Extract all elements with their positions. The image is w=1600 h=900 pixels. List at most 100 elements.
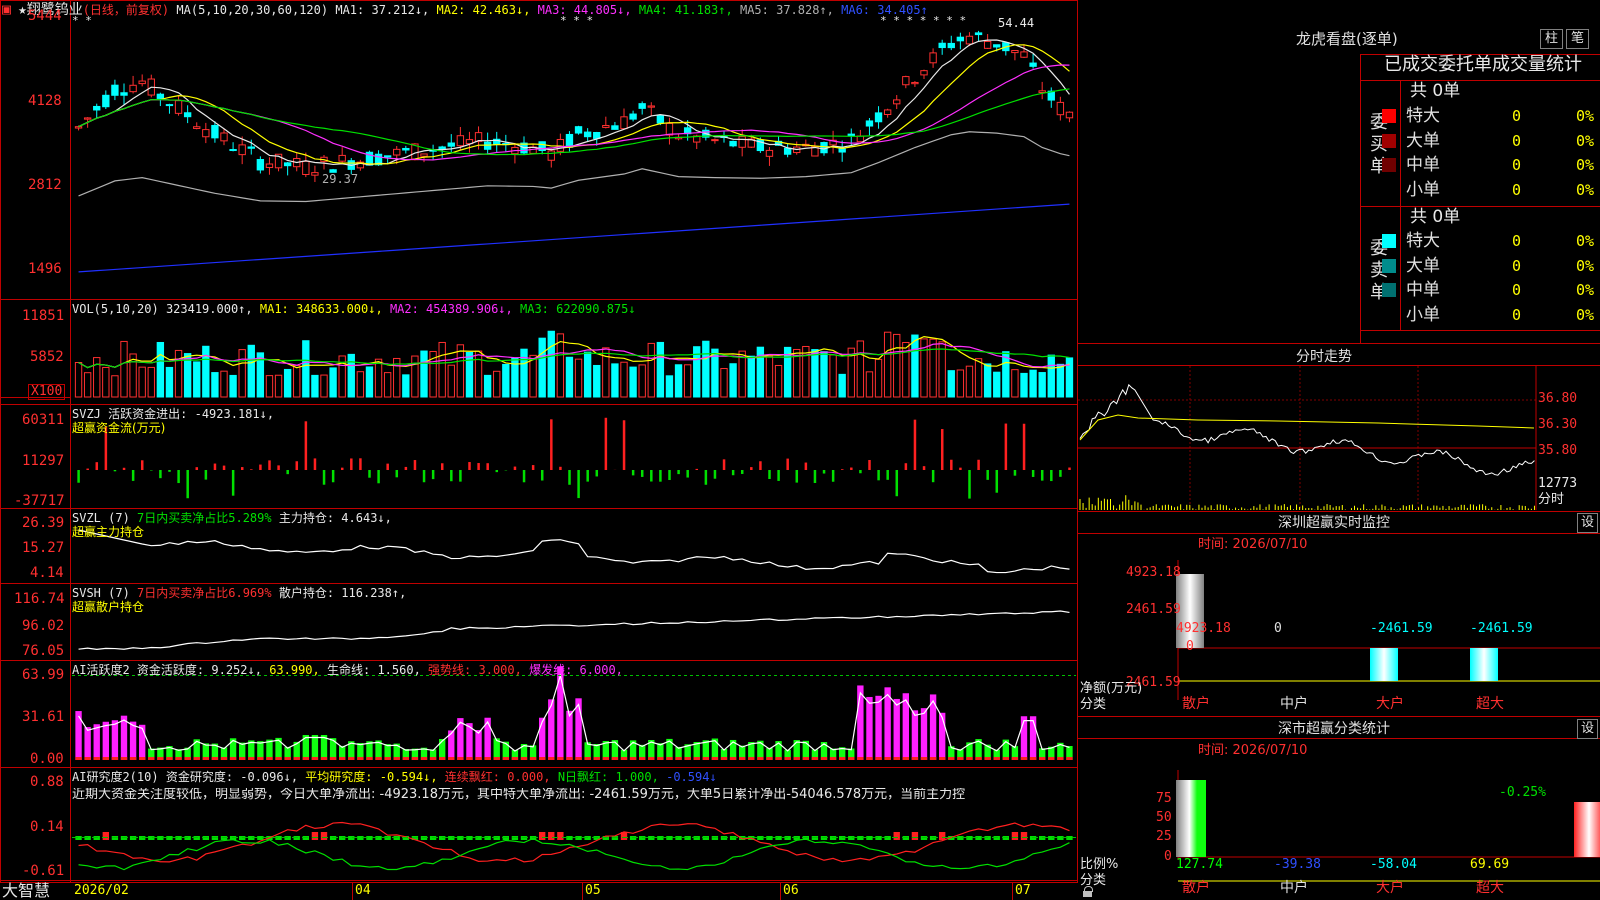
activity-base [639,757,646,760]
fund-flow-bar [313,458,317,470]
activity-base [648,757,655,760]
candle-body [129,84,137,93]
volume-bar [629,366,637,398]
mon-category-3: 超大 [1476,696,1504,712]
activity-base [1029,757,1037,760]
volume-bar [765,355,774,398]
research-bar [311,832,319,840]
activity-base [402,757,409,760]
monitor-settings-button[interactable]: 设 [1577,513,1598,533]
candle-body [74,126,83,129]
candle-body [938,42,946,49]
activity-base [666,757,673,760]
adjust-mode[interactable]: (日线，前复权) [83,3,169,17]
activity-base [711,757,719,760]
research-bar [548,832,555,840]
activity-base [948,757,955,760]
svzl-panel-header: SVZL (7) 7日内买卖净占比5.289% 主力持仓: 4.643↓, [72,511,392,525]
volume-bar [493,370,501,398]
candle-body [729,140,737,147]
activity-base [257,757,264,760]
price-axis-3: 2812 [28,177,62,193]
sell-total: 共 0单 [1410,207,1461,227]
volume-bar [374,358,383,398]
volume-bar [993,371,1001,398]
volume-bar [583,351,592,398]
date-label-jul: 07 [1015,883,1031,898]
activity-base [793,757,800,760]
sell-row-percent: 0% [1576,256,1595,275]
activity-base [775,757,782,760]
volume-bar [202,345,210,398]
date-label-jun: 06 [783,883,799,898]
volume-bar [802,345,810,398]
activity-base [1039,757,1046,760]
volume-bar [865,371,874,398]
fund-flow-bar [868,459,871,470]
activity-base [366,757,373,760]
fund-flow-bar [768,470,771,479]
volume-bar [447,364,455,398]
volume-bar [402,374,410,398]
sell-row-name: 大单 [1406,255,1440,276]
window-menu-icon[interactable]: ▣ [2,0,11,18]
candle-body [165,104,174,107]
activity-base [166,757,173,760]
activity-base [357,757,364,760]
volume-bar [1056,363,1065,398]
activity-bar [275,737,282,760]
sell-row-percent: 0% [1576,305,1595,324]
candle-body [638,103,646,109]
activity-base [684,757,691,760]
activity-base [720,757,728,760]
candle-body [456,135,465,147]
fund-flow-bar [959,467,962,470]
volume-bar [156,341,165,398]
research-bar [1011,832,1019,840]
ma5-value: MA5: 37.828↑, [739,3,834,17]
candle-body [602,124,610,128]
volume-bar [1029,369,1037,398]
fund-flow-bar [250,469,253,470]
fund-flow-bar [422,470,426,483]
activity-base [1011,757,1019,760]
fund-flow-bar [1040,470,1044,481]
fund-flow-bar [940,429,944,470]
candle-body [302,160,310,176]
activity-base [411,757,419,760]
activity-bar [866,696,873,760]
fund-flow-bar [177,470,180,484]
sell-row-name: 小单 [1406,304,1440,325]
fund-flow-bar [286,470,289,475]
cls-category-0: 散户 [1182,880,1210,896]
volume-bar [365,366,374,398]
candle-body [911,81,919,85]
candle-body [865,120,874,127]
app-name[interactable]: 大智慧 [2,882,50,900]
volume-bar [611,363,619,398]
cls-category-2: 大户 [1376,880,1404,896]
buy-row-percent: 0% [1576,156,1595,174]
bar-mode-button[interactable]: 柱 [1540,29,1563,49]
mon-unit-2: 分类 [1080,697,1107,712]
tick-mode-button[interactable]: 笔 [1566,29,1589,49]
volume-bar [83,372,92,398]
volume-bar [383,372,392,398]
volume-bar [893,333,901,398]
activity-base [875,757,882,760]
volume-bar [656,341,665,398]
volume-bar [983,363,992,398]
activity-base [839,757,846,760]
volume-bar [311,374,319,398]
activity-base [284,757,291,760]
classify-settings-button[interactable]: 设 [1577,719,1598,739]
activity-base [766,757,773,760]
svzj-axis-2: 11297 [22,453,65,469]
price-axis-2: 4128 [28,93,62,109]
candle-body [393,148,401,156]
classify-title: 深市超赢分类统计 [1278,721,1390,737]
kline-chart-area[interactable] [0,0,1078,900]
svzl-subtitle: 超赢主力持仓 [72,525,145,539]
fund-flow-bar [677,470,680,475]
fund-flow-bar [131,470,135,481]
